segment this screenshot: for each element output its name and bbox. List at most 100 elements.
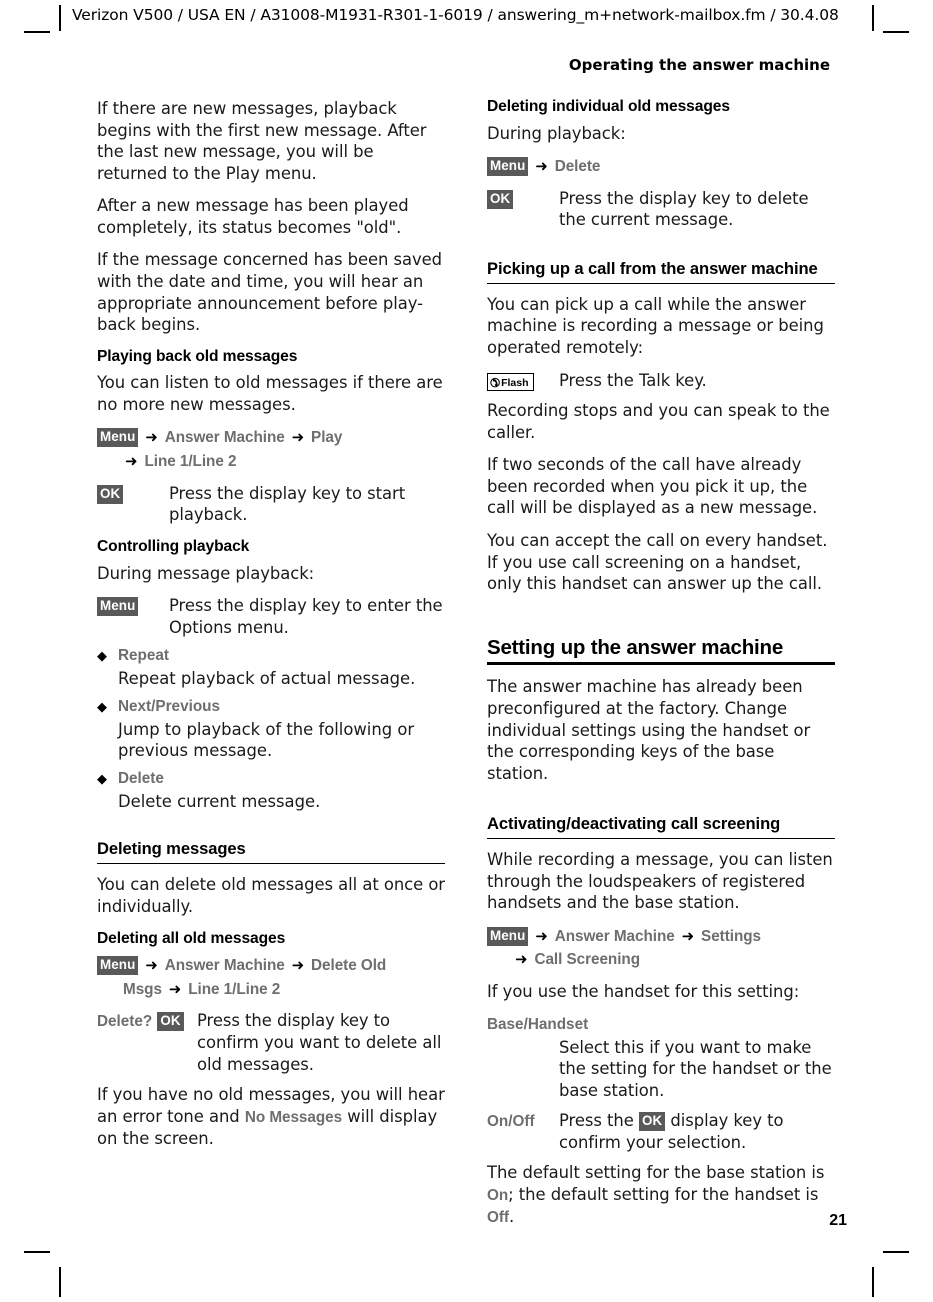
menu-key[interactable]: Menu <box>97 956 139 976</box>
diamond-bullet-icon: ◆ <box>97 649 107 665</box>
heading-rule <box>487 282 835 284</box>
menu-item-line-1-line-2[interactable]: Line 1/Line 2 <box>144 453 236 470</box>
step-on-off: On/Off Press the OK display key to confi… <box>487 1110 835 1153</box>
heading-setting-up-the-answer-machine: Setting up the answer machine <box>487 635 784 659</box>
ok-key[interactable]: OK <box>638 1112 666 1132</box>
key-cell: Delete? OK <box>97 1010 197 1032</box>
menu-item-play[interactable]: Play <box>311 429 342 446</box>
text-post: . <box>508 1207 515 1227</box>
setting-label-on-off[interactable]: On/Off <box>487 1113 535 1130</box>
option-header: ◆ Next/Previous <box>97 698 445 716</box>
step-description: Press the Talk key. <box>559 370 707 390</box>
menu-path-continuation: ➜ Line 1/Line 2 <box>97 450 237 474</box>
ok-key[interactable]: OK <box>487 189 514 209</box>
paragraph-no-messages: If you have no old messages, you will he… <box>97 1084 445 1149</box>
paragraph-status-old: After a new message has been played comp… <box>97 196 409 237</box>
menu-item-delete[interactable]: Delete <box>555 158 601 175</box>
menu-item-msgs[interactable]: Msgs <box>123 981 162 998</box>
heading-deleting-all-old-messages: Deleting all old messages <box>97 929 286 947</box>
talk-key[interactable]: ✆Flash <box>487 372 534 392</box>
step-confirm-delete: Delete? OK Press the display key to conf… <box>97 1010 445 1075</box>
heading-playing-back-old-messages: Playing back old messages <box>97 347 298 365</box>
right-arrow-icon: ➜ <box>515 950 528 969</box>
ui-term-no-messages: No Messages <box>244 1108 343 1126</box>
option-label-delete[interactable]: Delete <box>118 770 164 788</box>
section-title: Operating the answer machine <box>568 56 830 74</box>
setting-label-base-handset[interactable]: Base/Handset <box>487 1016 588 1033</box>
heading-rule <box>487 838 835 840</box>
right-arrow-icon: ➜ <box>535 926 548 945</box>
ui-value-off: Off <box>487 1209 509 1227</box>
crop-mark-bottom-right-vertical <box>872 1267 874 1297</box>
option-description: Jump to playback of the following or pre… <box>118 719 415 761</box>
key-cell: OK <box>487 188 559 209</box>
running-header-text: Verizon V500 / USA EN / A31008-M1931-R30… <box>72 6 839 24</box>
menu-path-continuation: Msgs ➜ Line 1/Line 2 <box>97 978 280 1002</box>
page-body: If there are new messages, playback begi… <box>0 98 933 1239</box>
ok-key[interactable]: OK <box>97 484 124 504</box>
menu-item-line-1-line-2[interactable]: Line 1/Line 2 <box>188 981 280 998</box>
prompt-delete-question: Delete? <box>97 1013 153 1031</box>
right-arrow-icon: ➜ <box>168 979 182 998</box>
key-cell: On/Off <box>487 1110 559 1131</box>
paragraph-preconfigured: The answer machine has already been prec… <box>487 677 811 783</box>
right-arrow-icon: ➜ <box>125 452 138 471</box>
running-header: Verizon V500 / USA EN / A31008-M1931-R30… <box>0 6 933 28</box>
options-list: ◆ Repeat Repeat playback of actual messa… <box>97 647 445 812</box>
menu-item-answer-machine[interactable]: Answer Machine <box>165 957 285 974</box>
crop-mark-bottom-left-horizontal <box>24 1251 50 1253</box>
heading-picking-up-a-call: Picking up a call from the answer machin… <box>487 259 818 279</box>
step-select-this: Select this if you want to make the sett… <box>487 1037 835 1102</box>
paragraph-during-playback: During playback: <box>487 123 626 143</box>
paragraph-if-you-use-handset: If you use the handset for this setting: <box>487 982 800 1002</box>
menu-key[interactable]: Menu <box>487 926 529 946</box>
list-item: ◆ Next/Previous Jump to playback of the … <box>97 698 445 762</box>
menu-item-answer-machine[interactable]: Answer Machine <box>555 928 675 945</box>
paragraph-delete-intro: You can delete old messages all at once … <box>97 875 446 916</box>
menu-key[interactable]: Menu <box>97 428 139 448</box>
paragraph-new-messages: If there are new messages, playback begi… <box>97 99 427 183</box>
step-description: Select this if you want to make the sett… <box>559 1037 832 1100</box>
right-arrow-icon: ➜ <box>145 428 158 447</box>
step-description: Press the OK display key to confirm your… <box>559 1110 835 1153</box>
crop-mark-bottom-right-horizontal <box>883 1251 909 1253</box>
menu-path-play: Menu ➜ Answer Machine ➜ Play ➜ Line 1/Li… <box>97 426 445 473</box>
option-label-next-previous[interactable]: Next/Previous <box>118 698 220 716</box>
heading-rule <box>487 662 835 666</box>
key-cell: ✆Flash <box>487 370 559 392</box>
menu-key[interactable]: Menu <box>97 597 139 616</box>
menu-path-continuation: ➜ Call Screening <box>487 948 640 972</box>
left-column: If there are new messages, playback begi… <box>97 98 445 1239</box>
option-header: ◆ Delete <box>97 770 445 788</box>
handset-icon: ✆ <box>490 375 501 390</box>
paragraph-accept-call: You can accept the call on every handset… <box>487 530 828 594</box>
label-base-handset-wrap: Base/Handset <box>487 1014 835 1034</box>
ui-value-on: On <box>487 1187 509 1205</box>
talk-key-label: Flash <box>501 376 529 389</box>
paragraph-recording-stops: Recording stops and you can speak to the… <box>487 401 830 442</box>
step-start-playback: OK Press the display key to start playba… <box>97 483 445 526</box>
heading-deleting-messages: Deleting messages <box>97 839 246 859</box>
right-column: Deleting individual old messages During … <box>487 98 835 1239</box>
menu-item-delete-old[interactable]: Delete Old <box>311 957 386 974</box>
step-options-menu: Menu Press the display key to enter the … <box>97 595 445 638</box>
menu-key[interactable]: Menu <box>487 157 529 177</box>
menu-item-answer-machine[interactable]: Answer Machine <box>165 429 285 446</box>
ok-key[interactable]: OK <box>157 1012 184 1032</box>
step-delete-current: OK Press the display key to delete the c… <box>487 188 835 231</box>
right-arrow-icon: ➜ <box>291 428 305 447</box>
heading-rule <box>97 863 445 865</box>
menu-item-settings[interactable]: Settings <box>701 928 761 945</box>
paragraph-two-seconds: If two seconds of the call have already … <box>487 455 818 518</box>
diamond-bullet-icon: ◆ <box>97 699 107 715</box>
menu-path-delete-old: Menu ➜ Answer Machine ➜ Delete Old Msgs … <box>97 954 445 1001</box>
menu-item-call-screening[interactable]: Call Screening <box>534 951 640 968</box>
list-item: ◆ Repeat Repeat playback of actual messa… <box>97 647 445 690</box>
paragraph-while-recording: While recording a message, you can liste… <box>487 850 833 913</box>
paragraph-during-message-playback: During message playback: <box>97 563 315 583</box>
option-label-repeat[interactable]: Repeat <box>118 647 169 665</box>
menu-path-delete: Menu ➜ Delete <box>487 155 835 179</box>
step-description: Press the display key to start playback. <box>169 483 406 525</box>
